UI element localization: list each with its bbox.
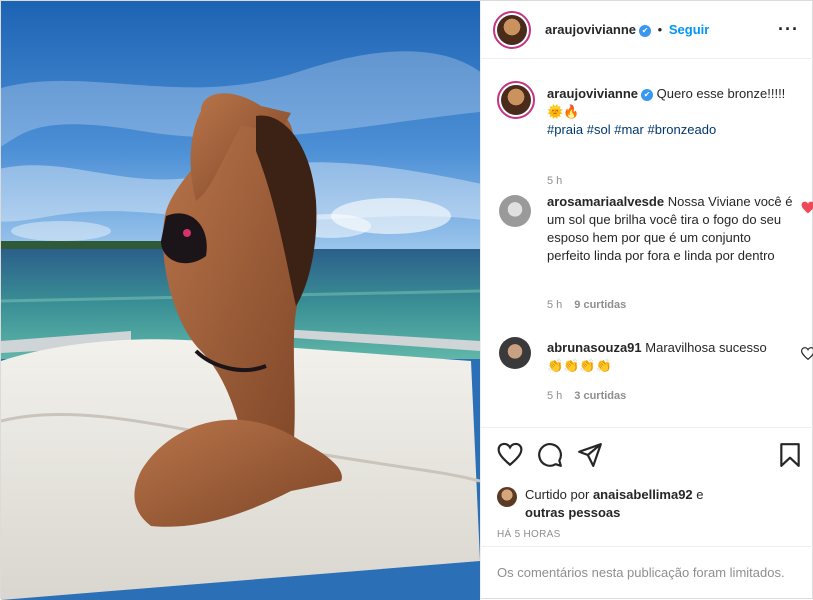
caption: araujovivianne ✔ Quero esse bronze!!!!! 🌞… (497, 81, 807, 187)
caption-time[interactable]: 5 h (547, 175, 562, 187)
save-bookmark-icon[interactable] (777, 442, 803, 468)
comment-bubble-icon[interactable] (537, 442, 563, 468)
caption-body: araujovivianne ✔ Quero esse bronze!!!!! 🌞… (547, 85, 795, 139)
follow-separator: • (657, 22, 663, 37)
comments-limited-notice: Os comentários nesta publicação foram li… (481, 546, 813, 598)
instagram-post: araujovivianne ✔ • Seguir ··· araujovivia… (0, 0, 813, 600)
post-timestamp[interactable]: HÁ 5 HORAS (497, 529, 561, 540)
post-side-panel: araujovivianne ✔ • Seguir ··· araujovivia… (480, 1, 813, 600)
comment-likes[interactable]: 9 curtidas (574, 299, 626, 311)
liked-by-user[interactable]: anaisabellima92 (593, 487, 693, 502)
like-heart-icon[interactable] (497, 442, 523, 468)
comment-time[interactable]: 5 h (547, 390, 562, 402)
comment-time[interactable]: 5 h (547, 299, 562, 311)
comment-likes[interactable]: 3 curtidas (574, 390, 626, 402)
caption-text: Quero esse bronze!!!!! (656, 86, 786, 101)
hashtag-sol[interactable]: #sol (587, 122, 611, 137)
comment-text: Maravilhosa sucesso (645, 340, 767, 355)
author-username[interactable]: araujovivianne (545, 22, 636, 37)
comment-meta: 5 h 3 curtidas (547, 390, 626, 402)
photo-illustration (1, 1, 480, 600)
author-avatar[interactable] (493, 11, 531, 49)
commenter-avatar[interactable] (499, 195, 531, 227)
more-options-icon[interactable]: ··· (778, 19, 799, 40)
comments-section[interactable]: araujovivianne ✔ Quero esse bronze!!!!! 🌞… (481, 59, 813, 427)
verified-icon: ✔ (639, 25, 652, 37)
follow-button[interactable]: Seguir (669, 22, 709, 37)
comment-meta: 5 h 9 curtidas (547, 299, 626, 311)
commenter-avatar[interactable] (499, 337, 531, 369)
liker-avatar[interactable] (497, 487, 517, 507)
caption-username[interactable]: araujovivianne (547, 86, 638, 101)
comment-body: arosamariaalvesde Nossa Viviane você é u… (547, 193, 795, 265)
caption-avatar[interactable] (497, 81, 535, 119)
comment-body: abrunasouza91 Maravilhosa sucesso 👏👏👏👏 (547, 339, 795, 375)
comment-item: abrunasouza91 Maravilhosa sucesso 👏👏👏👏 5… (497, 335, 813, 415)
comment-username[interactable]: abrunasouza91 (547, 340, 642, 355)
comment-item: arosamariaalvesde Nossa Viviane você é u… (497, 193, 813, 313)
comment-liked-heart-icon[interactable] (801, 201, 813, 214)
post-photo[interactable] (1, 1, 480, 600)
share-paper-plane-icon[interactable] (577, 442, 603, 468)
hashtag-bronzeado[interactable]: #bronzeado (648, 122, 717, 137)
caption-emoji: 🌞🔥 (547, 104, 580, 119)
liked-by-others[interactable]: outras pessoas (525, 505, 620, 520)
hashtag-praia[interactable]: #praia (547, 122, 583, 137)
post-actions: Curtido por anaisabellima92 e outras pes… (481, 427, 813, 597)
comment-emoji: 👏👏👏👏 (547, 358, 612, 373)
liked-by-connector: e (696, 487, 704, 502)
hashtag-mar[interactable]: #mar (614, 122, 644, 137)
liked-by-text: Curtido por anaisabellima92 e outras pes… (525, 486, 745, 522)
verified-icon: ✔ (641, 89, 654, 101)
liked-by-prefix: Curtido por (525, 487, 590, 502)
post-header: araujovivianne ✔ • Seguir ··· (481, 1, 813, 59)
author-line: araujovivianne ✔ • Seguir (545, 22, 709, 37)
comment-like-heart-icon[interactable] (801, 347, 813, 360)
comment-username[interactable]: arosamariaalvesde (547, 194, 664, 209)
